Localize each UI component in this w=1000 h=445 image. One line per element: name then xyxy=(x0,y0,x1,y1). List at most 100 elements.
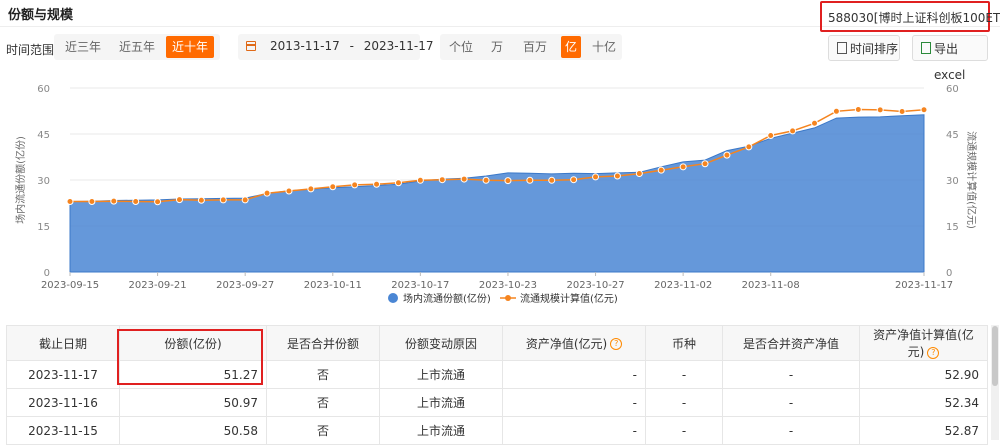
excel-icon xyxy=(921,42,931,54)
cell-merged-nav: - xyxy=(722,388,860,417)
date-separator: - xyxy=(349,39,354,53)
y-axis-title: 场内流通份额(亿份) xyxy=(14,136,27,224)
col-currency: 币种 xyxy=(645,325,723,361)
scale-point xyxy=(679,163,687,171)
unit-wan-tab[interactable]: 万 xyxy=(484,36,510,58)
scale-point xyxy=(460,175,468,183)
table-row: 2023-11-16 50.97 否 上市流通 - - - 52.34 xyxy=(6,388,988,417)
scale-point xyxy=(789,127,797,135)
scale-point xyxy=(701,160,709,168)
fund-name: 588030[博时上证科创板100ETF] xyxy=(828,11,1000,25)
scale-point xyxy=(197,196,205,204)
y-tick-label: 0 xyxy=(44,268,50,279)
scale-point xyxy=(657,166,665,174)
col-nav: 资产净值(亿元)? xyxy=(502,325,646,361)
cell-merged-nav: - xyxy=(722,360,860,389)
x-tick-label: 2023-10-11 xyxy=(304,280,362,291)
y2-axis-title: 流通规模计算值(亿元) xyxy=(965,131,978,229)
scale-point xyxy=(635,170,643,178)
unit-billion-tab[interactable]: 十亿 xyxy=(590,36,618,58)
y-tick-label: 30 xyxy=(37,176,50,187)
x-tick-label: 2023-09-27 xyxy=(216,280,274,291)
scale-point xyxy=(329,183,337,191)
help-icon[interactable]: ? xyxy=(610,338,623,350)
scale-point xyxy=(526,176,534,184)
scale-point xyxy=(920,106,928,114)
cell-share: 50.97 xyxy=(119,388,267,417)
cell-currency: - xyxy=(645,360,723,389)
col-nav-calc: 资产净值计算值(亿元)? xyxy=(859,325,988,361)
col-change-reason: 份额变动原因 xyxy=(379,325,503,361)
scale-point xyxy=(285,187,293,195)
scale-point xyxy=(438,176,446,184)
y2-tick-label: 30 xyxy=(946,176,959,187)
col-merged-share: 是否合并份额 xyxy=(266,325,380,361)
scale-point xyxy=(832,107,840,115)
x-tick-label: 2023-11-08 xyxy=(742,280,800,291)
y2-tick-label: 0 xyxy=(946,268,952,279)
y2-tick-label: 60 xyxy=(946,84,959,95)
y-tick-label: 15 xyxy=(37,222,50,233)
x-tick-label: 2023-11-17 xyxy=(895,280,953,291)
scale-point xyxy=(263,189,271,197)
range-3y-tab[interactable]: 近三年 xyxy=(60,36,106,58)
scale-point xyxy=(876,106,884,114)
share-area-series xyxy=(69,114,925,273)
time-sort-button[interactable]: 时间排序 xyxy=(828,35,900,61)
scale-point xyxy=(394,179,402,187)
cell-nav-calc: 52.34 xyxy=(859,388,988,417)
x-tick-label: 2023-09-21 xyxy=(129,280,187,291)
scale-point xyxy=(570,176,578,184)
scale-point xyxy=(307,185,315,193)
range-10y-tab[interactable]: 近十年 xyxy=(166,36,214,58)
fund-name-highlight: 588030[博时上证科创板100ETF] xyxy=(820,1,1000,32)
section-title: 份额与规模 xyxy=(8,8,74,23)
cell-nav: - xyxy=(502,360,646,389)
share-scale-chart: 0 0 15 15 30 30 45 45 60 60 2023-09-15 2023-09-21 20… xyxy=(14,84,978,305)
table-scroll-thumb[interactable] xyxy=(992,326,998,386)
legend-scale-icon xyxy=(505,295,511,301)
cell-change-reason: 上市流通 xyxy=(379,416,503,445)
cell-nav: - xyxy=(502,388,646,417)
date-start: 2013-11-17 xyxy=(270,39,340,53)
scale-point xyxy=(898,107,906,115)
date-range-picker[interactable]: 2013-11-17 - 2023-11-17 xyxy=(238,34,434,60)
cell-share: 50.58 xyxy=(119,416,267,445)
unit-ones-tab[interactable]: 个位 xyxy=(446,36,476,58)
cell-nav: - xyxy=(502,416,646,445)
scale-point xyxy=(351,181,359,189)
cell-merged-nav: - xyxy=(722,416,860,445)
scale-point xyxy=(88,197,96,205)
legend-share-icon xyxy=(388,293,398,303)
range-5y-tab[interactable]: 近五年 xyxy=(112,36,162,58)
scale-point xyxy=(811,119,819,127)
y2-tick-label: 15 xyxy=(946,222,959,233)
scale-point xyxy=(482,176,490,184)
col-merged-nav: 是否合并资产净值 xyxy=(722,325,860,361)
cell-date: 2023-11-17 xyxy=(6,360,120,389)
y-tick-label: 60 xyxy=(37,84,50,95)
y2-tick-label: 45 xyxy=(946,130,959,141)
scale-point xyxy=(745,143,753,151)
legend-scale-label: 流通规模计算值(亿元) xyxy=(520,292,618,305)
help-icon[interactable]: ? xyxy=(927,346,940,359)
scale-point xyxy=(592,173,600,181)
sort-icon xyxy=(837,42,847,54)
col-date: 截止日期 xyxy=(6,325,120,361)
scale-point xyxy=(132,197,140,205)
y-tick-label: 45 xyxy=(37,130,50,141)
cell-date: 2023-11-15 xyxy=(6,416,120,445)
x-tick-label: 2023-09-15 xyxy=(41,280,99,291)
time-sort-label: 时间排序 xyxy=(850,42,899,56)
cell-merged-share: 否 xyxy=(266,416,380,445)
unit-yi-tab[interactable]: 亿 xyxy=(561,36,581,58)
scale-point xyxy=(66,197,74,205)
scale-point xyxy=(416,176,424,184)
scale-point xyxy=(548,176,556,184)
x-tick-label: 2023-11-02 xyxy=(654,280,712,291)
scale-point xyxy=(175,196,183,204)
unit-million-tab[interactable]: 百万 xyxy=(518,36,552,58)
cell-nav-calc: 52.87 xyxy=(859,416,988,445)
export-excel-button[interactable]: 导出excel xyxy=(912,35,988,82)
scale-point xyxy=(373,180,381,188)
